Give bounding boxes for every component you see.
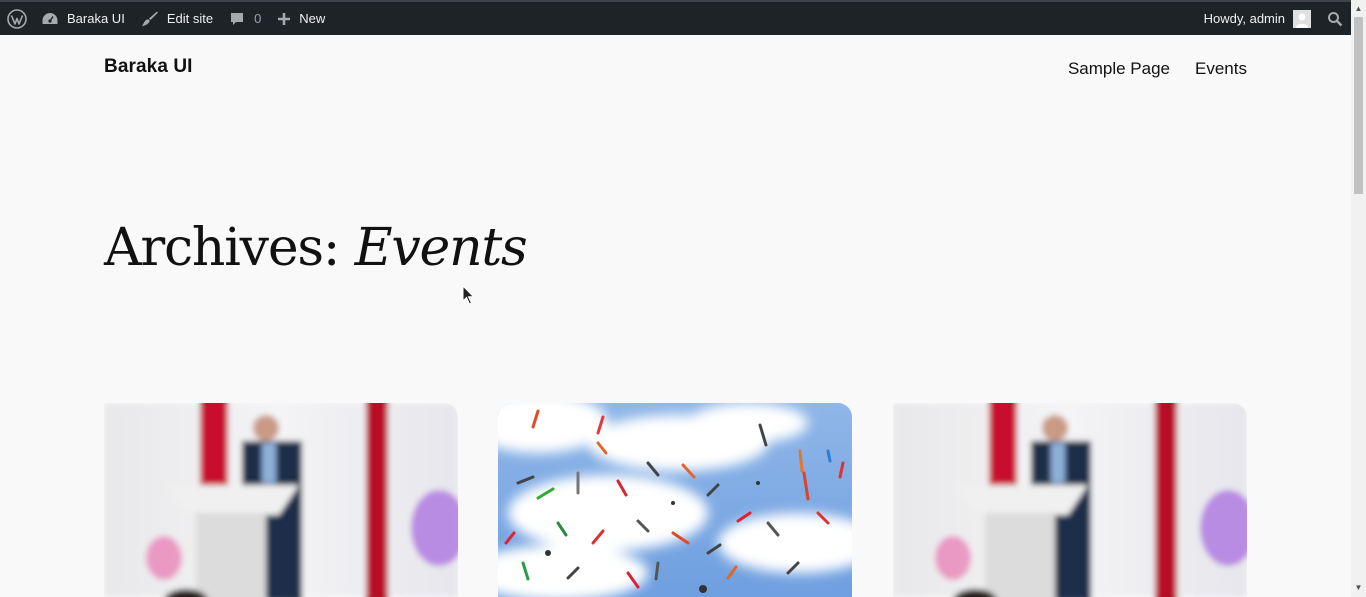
scroll-up-arrow-icon[interactable]: ▲ bbox=[1351, 2, 1366, 16]
scrollbar-thumb[interactable] bbox=[1354, 17, 1363, 194]
post-card[interactable] bbox=[893, 403, 1247, 597]
admin-bar: Baraka UI Edit site 0 New Howdy, admin bbox=[0, 0, 1351, 35]
search-button[interactable] bbox=[1319, 2, 1351, 35]
nav-item-events[interactable]: Events bbox=[1195, 59, 1247, 79]
avatar bbox=[1293, 9, 1311, 28]
edit-site-link[interactable]: Edit site bbox=[133, 2, 221, 35]
comments-count: 0 bbox=[254, 11, 262, 26]
brush-icon bbox=[141, 11, 158, 26]
dashboard-icon bbox=[42, 12, 58, 24]
plus-icon bbox=[278, 12, 291, 25]
post-card[interactable] bbox=[104, 403, 458, 597]
nav-item-sample-page[interactable]: Sample Page bbox=[1068, 59, 1170, 79]
juggling-clubs-in-sky-image[interactable] bbox=[498, 403, 852, 597]
archive-term: Events bbox=[354, 218, 528, 278]
mouse-pointer-icon bbox=[462, 285, 475, 305]
wordpress-logo-icon bbox=[7, 8, 27, 29]
edit-site-label: Edit site bbox=[166, 11, 214, 26]
scroll-down-arrow-icon[interactable]: ▼ bbox=[1351, 581, 1366, 595]
wordpress-logo-button[interactable] bbox=[0, 2, 33, 35]
admin-bar-secondary: Howdy, admin bbox=[1196, 2, 1351, 35]
speaker-at-podium-image[interactable] bbox=[104, 403, 458, 597]
site-name-label: Baraka UI bbox=[67, 11, 125, 26]
comments-link[interactable]: 0 bbox=[221, 2, 269, 35]
page-title: Archives: Events bbox=[104, 218, 528, 278]
new-content-link[interactable]: New bbox=[269, 2, 333, 35]
page-scrollbar[interactable]: ▲ ▼ bbox=[1351, 0, 1366, 597]
my-account-link[interactable]: Howdy, admin bbox=[1196, 2, 1319, 35]
new-label: New bbox=[299, 11, 326, 26]
user-silhouette-icon bbox=[1296, 13, 1308, 28]
primary-navigation: Sample Page Events bbox=[1068, 59, 1247, 79]
comment-icon bbox=[231, 12, 244, 25]
archive-prefix: Archives: bbox=[104, 218, 340, 278]
site-title[interactable]: Baraka UI bbox=[104, 56, 193, 78]
site-name-link[interactable]: Baraka UI bbox=[33, 2, 133, 35]
howdy-label: Howdy, admin bbox=[1203, 11, 1285, 26]
speaker-at-podium-image[interactable] bbox=[893, 403, 1247, 597]
post-card[interactable] bbox=[498, 403, 852, 597]
search-icon bbox=[1328, 11, 1343, 26]
